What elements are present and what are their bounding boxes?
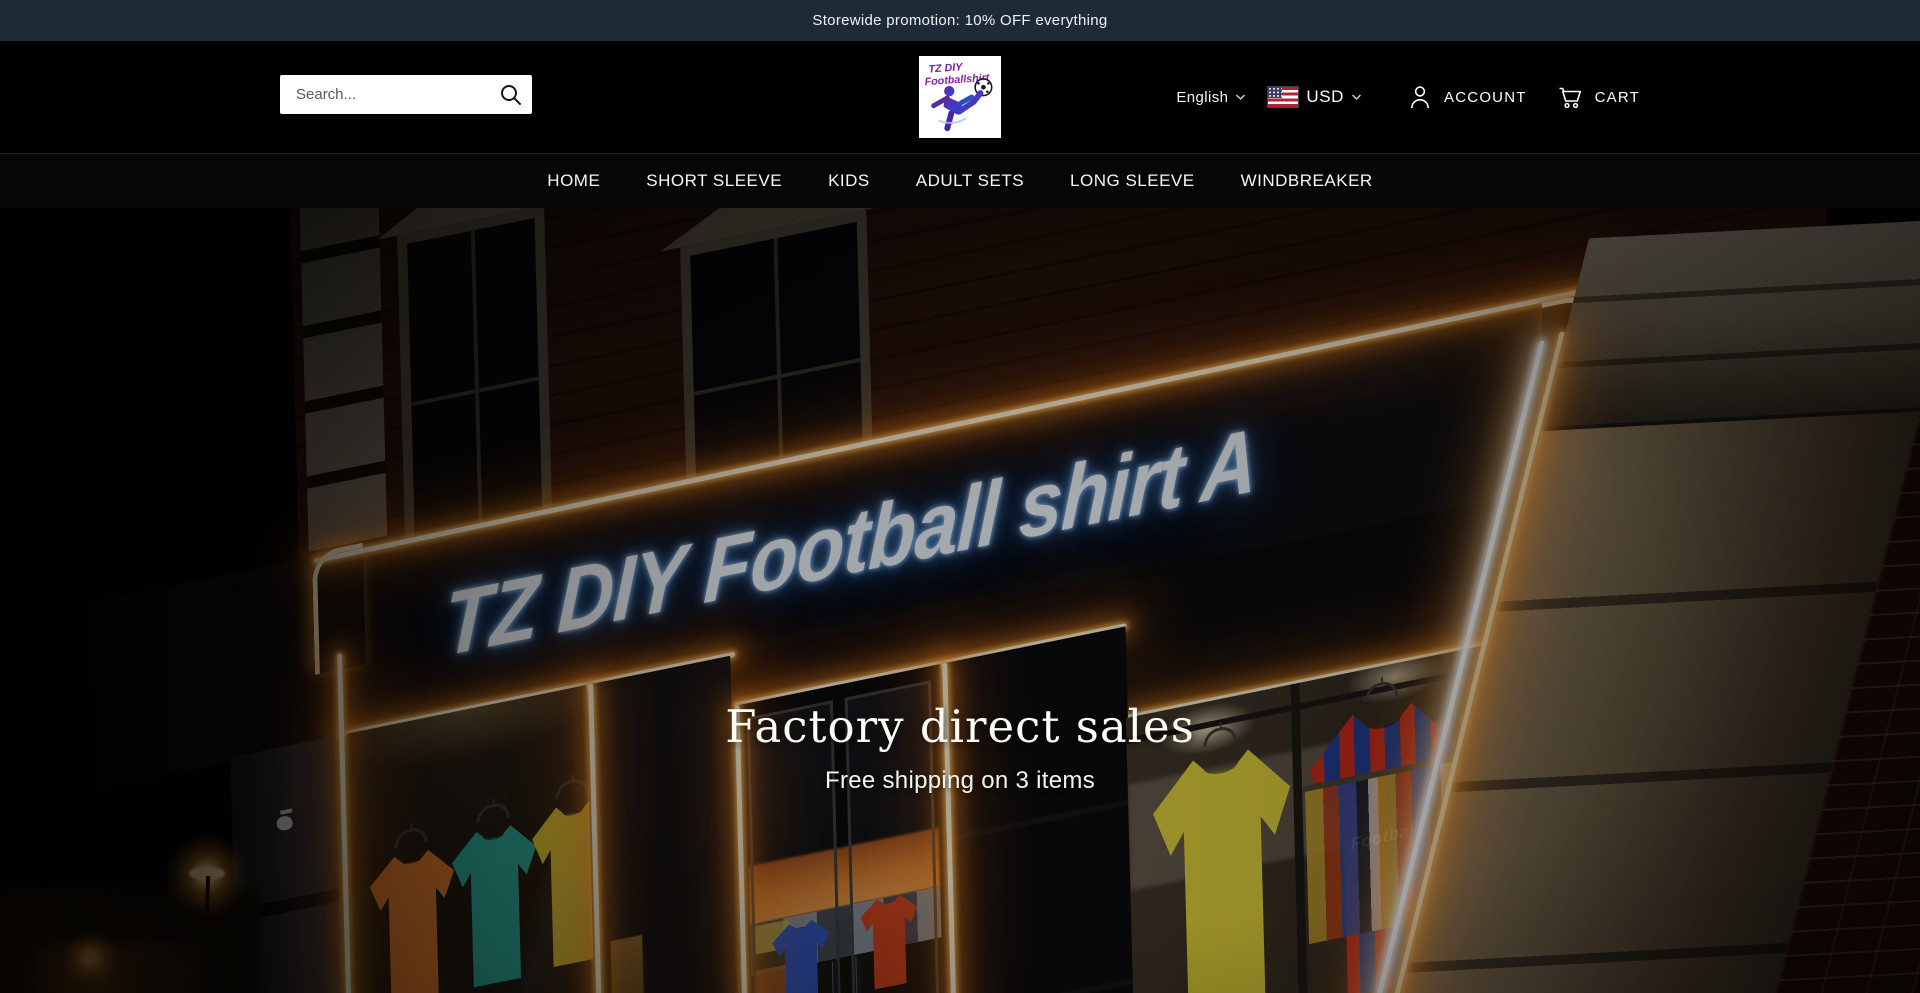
nav-item-short-sleeve[interactable]: SHORT SLEEVE	[646, 171, 782, 191]
header-controls: English USD ACCOUNT	[1176, 41, 1640, 153]
currency-label: USD	[1306, 87, 1344, 107]
announcement-text: Storewide promotion: 10% OFF everything	[812, 12, 1107, 29]
search-icon	[499, 83, 523, 107]
hero-copy: Factory direct sales Free shipping on 3 …	[0, 700, 1920, 795]
nav-item-home[interactable]: HOME	[547, 171, 600, 191]
hero-title: Factory direct sales	[0, 700, 1920, 753]
user-icon	[1408, 84, 1432, 110]
hero-banner: TZ DIY Football shirt A	[0, 208, 1920, 993]
header: TZ DIY Footballshirt Englis	[0, 41, 1920, 153]
header-inner: TZ DIY Footballshirt Englis	[280, 41, 1640, 153]
language-label: English	[1176, 89, 1228, 106]
soccer-player-logo-icon: TZ DIY Footballshirt	[919, 56, 1001, 138]
hero-dark-overlay	[0, 208, 1920, 993]
store-logo[interactable]: TZ DIY Footballshirt	[919, 56, 1001, 138]
currency-selector[interactable]: USD	[1306, 87, 1362, 107]
hero-subtitle: Free shipping on 3 items	[0, 767, 1920, 795]
search-button[interactable]	[495, 79, 527, 111]
announcement-bar: Storewide promotion: 10% OFF everything	[0, 0, 1920, 41]
chevron-down-icon	[1351, 93, 1362, 101]
chevron-down-icon	[1235, 93, 1246, 101]
cart-label: CART	[1595, 89, 1640, 106]
cart-button[interactable]: CART	[1557, 84, 1640, 110]
cart-icon	[1557, 84, 1583, 110]
main-nav: HOME SHORT SLEEVE KIDS ADULT SETS LONG S…	[0, 153, 1920, 208]
search-form	[280, 75, 532, 114]
nav-item-kids[interactable]: KIDS	[828, 171, 870, 191]
account-button[interactable]: ACCOUNT	[1408, 84, 1527, 110]
nav-item-long-sleeve[interactable]: LONG SLEEVE	[1070, 171, 1195, 191]
nav-item-windbreaker[interactable]: WINDBREAKER	[1241, 171, 1373, 191]
search-input[interactable]	[296, 86, 495, 103]
language-selector[interactable]: English	[1176, 89, 1246, 106]
us-flag-icon	[1268, 87, 1298, 107]
nav-item-adult-sets[interactable]: ADULT SETS	[916, 171, 1024, 191]
account-label: ACCOUNT	[1444, 89, 1527, 106]
